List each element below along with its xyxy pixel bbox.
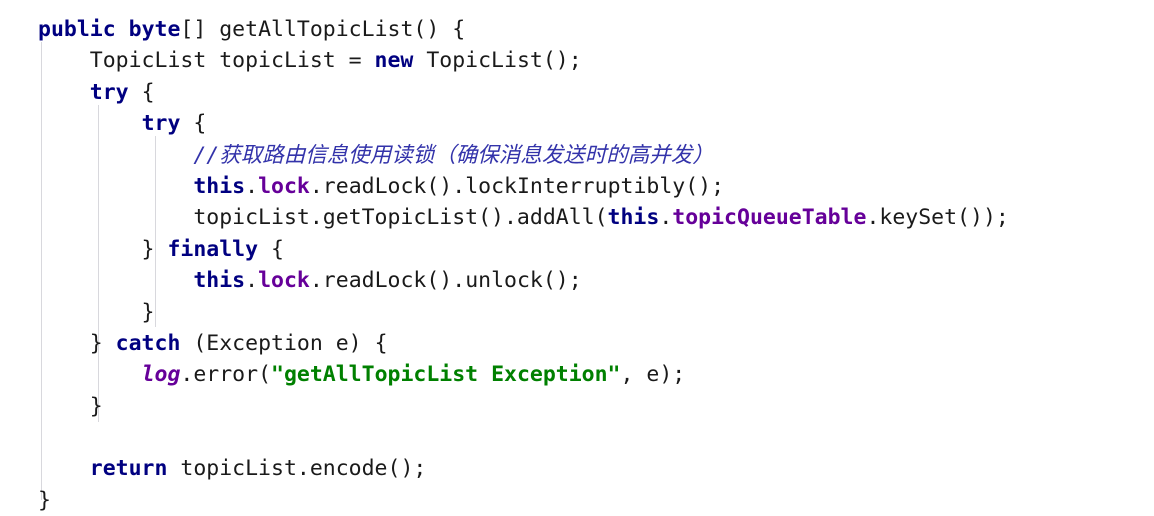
code-line[interactable]: }	[0, 391, 1009, 422]
code-line[interactable]: }	[0, 297, 1009, 328]
code-token-plain: {	[180, 111, 207, 137]
code-token-str: "getAllTopicList Exception"	[271, 362, 621, 388]
code-token-plain: .	[245, 173, 259, 199]
code-token-kw: return	[89, 456, 168, 482]
code-token-kw: byte	[128, 17, 181, 42]
code-line[interactable]: }	[0, 485, 1009, 516]
code-token-plain: {	[258, 236, 284, 262]
code-token-plain: }	[38, 393, 103, 419]
code-token-plain: {	[128, 79, 155, 105]
code-token-plain: .keySet());	[866, 205, 1009, 231]
code-token-kw: public	[38, 17, 116, 42]
code-line[interactable]: //获取路由信息使用读锁（确保消息发送时的高并发）	[0, 140, 1009, 171]
code-token-plain: .	[659, 205, 673, 231]
code-token-plain: topicList.getTopicList().addAll(	[38, 205, 608, 231]
code-token-plain: }	[38, 236, 168, 262]
code-line[interactable]: } catch (Exception e) {	[0, 328, 1009, 359]
code-token-this: this	[193, 268, 246, 294]
code-line[interactable]	[0, 422, 1009, 453]
code-token-static: log	[141, 362, 181, 388]
code-line[interactable]: public byte[] getAllTopicList() {	[0, 14, 1009, 45]
code-token-comment: //获取路由信息使用读锁（确保消息发送时的高并发）	[193, 142, 714, 168]
code-token-kw: catch	[115, 330, 181, 356]
code-token-plain: [] getAllTopicList() {	[180, 17, 466, 42]
code-line[interactable]: return topicList.encode();	[0, 453, 1009, 484]
code-token-kw: finally	[167, 236, 259, 262]
code-line[interactable]: topicList.getTopicList().addAll(this.top…	[0, 202, 1009, 233]
code-token-plain: .readLock().unlock();	[309, 268, 582, 294]
code-line[interactable]: TopicList topicList = new TopicList();	[0, 45, 1009, 76]
code-token-kw: try	[141, 111, 181, 137]
code-token-plain: .	[245, 268, 259, 294]
code-token-plain: TopicList topicList =	[38, 48, 375, 74]
code-token-plain: .readLock().lockInterruptibly();	[309, 173, 725, 199]
code-token-plain: topicList.encode();	[167, 456, 427, 482]
code-line[interactable]: try {	[0, 77, 1009, 108]
code-token-kw: new	[374, 48, 414, 74]
code-line[interactable]: } finally {	[0, 234, 1009, 265]
code-token-this: this	[193, 173, 246, 199]
code-line[interactable]: this.lock.readLock().lockInterruptibly()…	[0, 171, 1009, 202]
code-token-plain: TopicList();	[413, 48, 582, 74]
code-token-field: lock	[258, 173, 310, 199]
code-line[interactable]: try {	[0, 108, 1009, 139]
code-token-plain: }	[38, 330, 116, 356]
code-line[interactable]: log.error("getAllTopicList Exception", e…	[0, 359, 1009, 390]
code-token-plain: .error(	[180, 362, 272, 388]
code-token-field: lock	[258, 268, 310, 294]
code-token-kw: try	[89, 79, 129, 105]
code-token-plain: (Exception e) {	[180, 330, 388, 356]
code-editor-canvas[interactable]: public byte[] getAllTopicList() { TopicL…	[0, 0, 1154, 516]
code-token-this: this	[607, 205, 660, 231]
code-block[interactable]: public byte[] getAllTopicList() { TopicL…	[0, 0, 1009, 516]
code-token-field: topicQueueTable	[672, 205, 867, 231]
code-token-plain: }	[38, 487, 51, 513]
code-token-plain: }	[38, 299, 155, 325]
code-token-plain: , e);	[620, 362, 686, 388]
code-line[interactable]: this.lock.readLock().unlock();	[0, 265, 1009, 296]
